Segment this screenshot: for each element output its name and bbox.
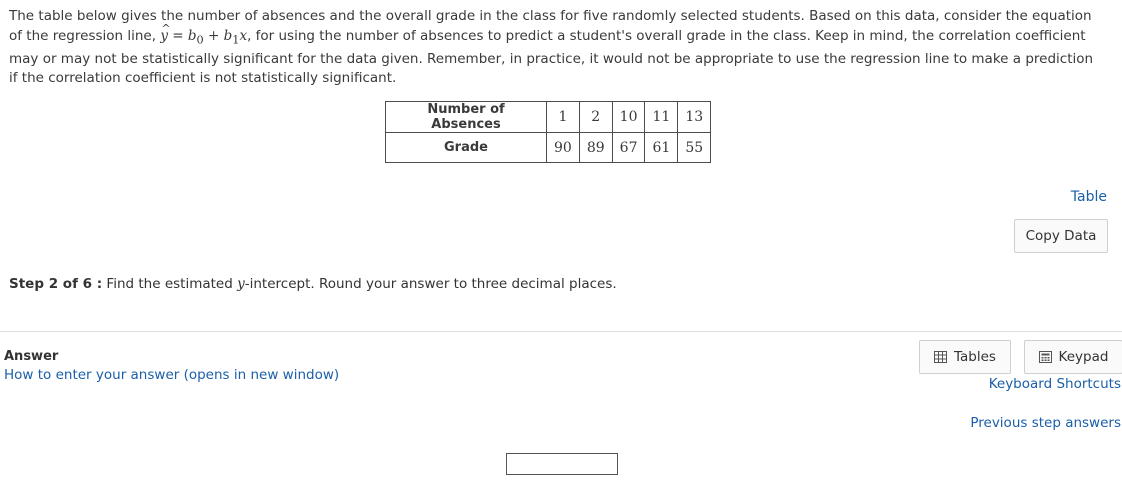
table-cell: 67 bbox=[611, 132, 646, 163]
b1: b bbox=[223, 27, 233, 44]
problem-intro: The table below gives the number of abse… bbox=[9, 7, 1104, 89]
table-row: Number of Absences 1 2 10 11 13 bbox=[385, 101, 712, 133]
keypad-button-label: Keypad bbox=[1058, 349, 1109, 365]
table-cell: 55 bbox=[677, 132, 712, 163]
table-cell: 61 bbox=[644, 132, 679, 163]
table-cell: 2 bbox=[578, 101, 613, 133]
tables-button[interactable]: Tables bbox=[919, 340, 1011, 374]
answer-input[interactable] bbox=[506, 453, 618, 475]
b0-subscript: 0 bbox=[196, 33, 204, 47]
previous-step-answers-link[interactable]: Previous step answers bbox=[970, 415, 1121, 431]
b0: b bbox=[187, 27, 197, 44]
step-text-before: Find the estimated bbox=[102, 276, 238, 292]
row-header-grade: Grade bbox=[385, 132, 547, 163]
copy-data-button[interactable]: Copy Data bbox=[1014, 219, 1108, 253]
tables-button-label: Tables bbox=[954, 349, 996, 365]
table-cell: 13 bbox=[677, 101, 712, 133]
data-table: Number of Absences 1 2 10 11 13 Grade 90… bbox=[385, 101, 712, 163]
step-text-after: -intercept. Round your answer to three d… bbox=[244, 276, 617, 292]
section-divider bbox=[0, 331, 1122, 332]
step-variable: y bbox=[237, 276, 245, 292]
eq-plus: + bbox=[208, 27, 220, 44]
how-to-enter-link[interactable]: How to enter your answer (opens in new w… bbox=[4, 367, 339, 383]
step-label: Step 2 of 6 : bbox=[9, 276, 103, 292]
eq-equals: = bbox=[172, 27, 184, 44]
y-hat: y bbox=[160, 19, 170, 47]
table-cell: 90 bbox=[546, 132, 580, 163]
row-header-absences: Number of Absences bbox=[385, 101, 547, 133]
keyboard-shortcuts-link[interactable]: Keyboard Shortcuts bbox=[989, 376, 1121, 392]
table-cell: 10 bbox=[611, 101, 646, 133]
table-link[interactable]: Table bbox=[1071, 189, 1107, 205]
regression-equation: y = b0 + b1x bbox=[160, 19, 248, 47]
table-cell: 89 bbox=[578, 132, 613, 163]
table-cell: 1 bbox=[546, 101, 580, 133]
x-var: x bbox=[239, 27, 248, 44]
table-row: Grade 90 89 67 61 55 bbox=[385, 132, 712, 163]
step-prompt: Step 2 of 6 : Find the estimated y-inter… bbox=[9, 276, 617, 292]
keypad-icon bbox=[1038, 351, 1052, 363]
table-cell: 11 bbox=[644, 101, 679, 133]
table-grid-icon bbox=[934, 351, 948, 363]
answer-label: Answer bbox=[4, 349, 59, 364]
keypad-button[interactable]: Keypad bbox=[1024, 340, 1122, 374]
